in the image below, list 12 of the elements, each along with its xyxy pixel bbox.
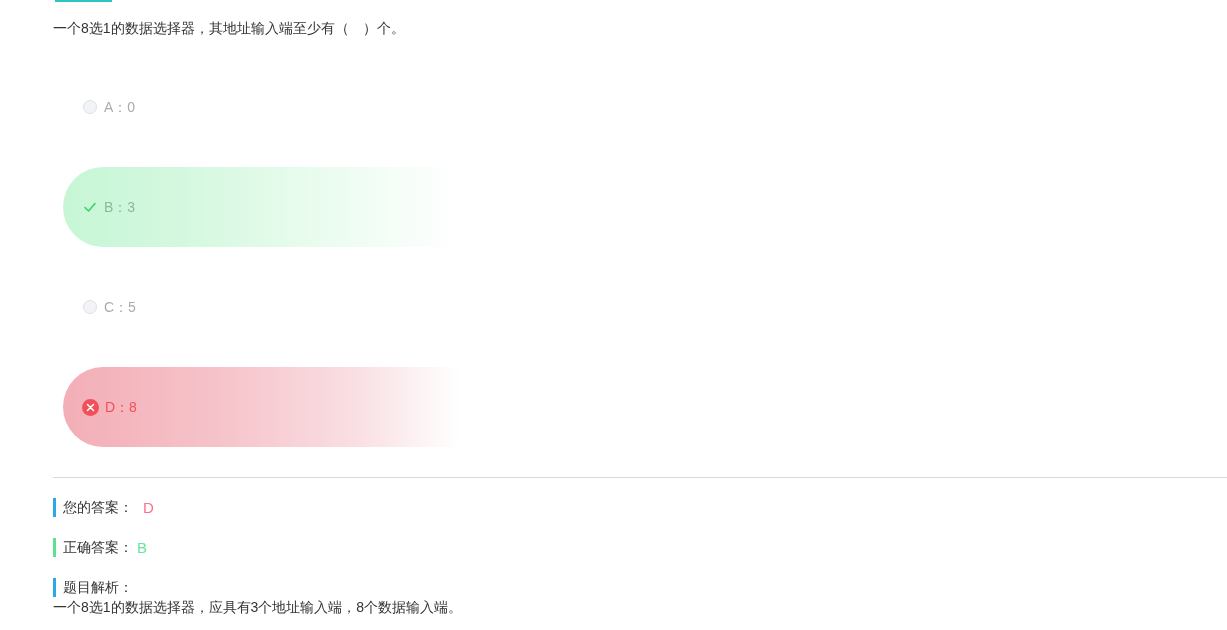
question-text: 一个8选1的数据选择器，其地址输入端至少有（ ）个。 [53, 19, 405, 38]
your-answer-label: 您的答案： [53, 498, 133, 517]
option-text: A：0 [104, 98, 136, 116]
analysis-label: 题目解析： [53, 578, 133, 597]
accent-bar [55, 0, 112, 2]
analysis-text: 一个8选1的数据选择器，应具有3个地址输入端，8个数据输入端。 [53, 598, 463, 617]
correct-answer-value: B [137, 538, 147, 557]
option-text: B：3 [104, 198, 136, 216]
option-text: C：5 [104, 298, 136, 316]
your-answer-value: D [143, 498, 154, 517]
correct-answer-label: 正确答案： [53, 538, 133, 557]
option-text: D：8 [105, 398, 137, 416]
